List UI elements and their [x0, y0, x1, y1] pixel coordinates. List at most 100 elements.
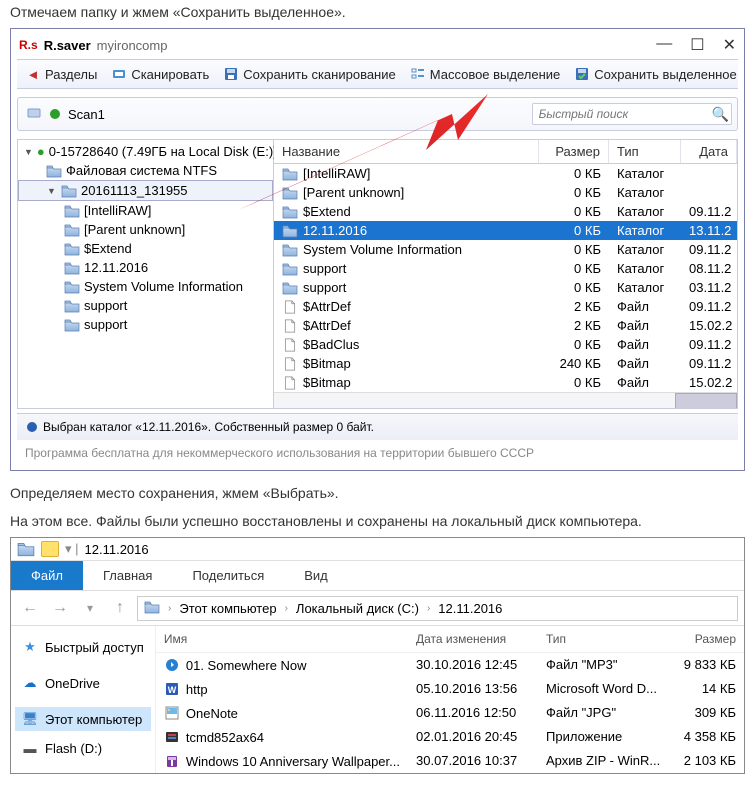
status-text: Выбран каталог «12.11.2016». Собственный…: [43, 420, 374, 434]
list-row[interactable]: support0 КБКаталог03.11.2: [274, 278, 737, 297]
list-row[interactable]: $BadClus0 КБФайл09.11.2: [274, 335, 737, 354]
file-icon: [282, 338, 298, 352]
folder-icon: [17, 541, 35, 557]
title-subtitle: myironcomp: [97, 38, 168, 53]
folder-icon: [282, 167, 298, 181]
tab-home[interactable]: Главная: [83, 561, 172, 590]
select-all-icon[interactable]: [41, 541, 59, 557]
col-name-header[interactable]: Название: [274, 140, 539, 163]
nav-history-button[interactable]: ▾: [77, 595, 103, 621]
status-bar: Выбран каталог «12.11.2016». Собственный…: [17, 413, 738, 440]
location-bar: Scan1 🔍: [17, 97, 738, 131]
file-icon: [282, 357, 298, 371]
folder-icon: [64, 299, 80, 313]
list-row[interactable]: System Volume Information0 КБКаталог09.1…: [274, 240, 737, 259]
file-row[interactable]: 01. Somewhere Now30.10.2016 12:45Файл "M…: [156, 653, 744, 677]
save-selected-button[interactable]: Сохранить выделенное: [574, 66, 736, 82]
list-header: Имя Дата изменения Тип Размер: [156, 626, 744, 653]
folder-icon: [61, 184, 77, 198]
folder-icon: [282, 224, 298, 238]
tab-share[interactable]: Поделиться: [172, 561, 284, 590]
toolbar: ◄ Разделы Сканировать Сохранить сканиров…: [17, 59, 738, 89]
nav-flash[interactable]: ▬Flash (D:): [15, 737, 151, 760]
star-icon: ★: [21, 639, 39, 655]
list-pane: Название Размер Тип Дата [IntelliRAW]0 К…: [274, 140, 737, 408]
close-button[interactable]: ✕: [723, 35, 736, 55]
nav-back-button[interactable]: ←: [17, 595, 43, 621]
tab-view[interactable]: Вид: [284, 561, 348, 590]
tree-item[interactable]: $Extend: [18, 239, 273, 258]
file-list: Имя Дата изменения Тип Размер 01. Somewh…: [156, 626, 744, 773]
folder-icon: [282, 205, 298, 219]
tree-session[interactable]: 20161113_131955: [18, 180, 273, 201]
folder-icon: [64, 261, 80, 275]
explorer-window: ▾ | 12.11.2016 Файл Главная Поделиться В…: [10, 537, 745, 774]
col-date-header[interactable]: Дата изменения: [408, 626, 538, 652]
col-size-header[interactable]: Размер: [539, 140, 609, 163]
folder-icon: [282, 262, 298, 276]
search-icon[interactable]: 🔍: [712, 106, 729, 123]
tree-item[interactable]: [Parent unknown]: [18, 220, 273, 239]
partitions-button[interactable]: ◄ Разделы: [25, 66, 97, 82]
tree-item[interactable]: support: [18, 296, 273, 315]
nav-forward-button[interactable]: →: [47, 595, 73, 621]
back-arrow-icon: ◄: [25, 66, 41, 82]
folder-icon: [64, 280, 80, 294]
maximize-button[interactable]: ☐: [690, 35, 704, 55]
nav-pane: ★Быстрый доступ ☁OneDrive 🖥Этот компьюте…: [11, 626, 156, 773]
nav-onedrive[interactable]: ☁OneDrive: [15, 671, 151, 695]
tree-pane: ● 0-15728640 (7.49ГБ на Local Disk (E:))…: [18, 140, 274, 408]
col-type-header[interactable]: Тип: [609, 140, 681, 163]
tree-item[interactable]: 12.11.2016: [18, 258, 273, 277]
folder-icon: [282, 186, 298, 200]
tree-fs[interactable]: Файловая система NTFS: [18, 161, 273, 180]
checklist-icon: [410, 66, 426, 82]
svg-text:W: W: [168, 685, 177, 695]
file-row[interactable]: Windows 10 Anniversary Wallpaper...30.07…: [156, 749, 744, 773]
pc-icon: 🖥: [21, 711, 39, 727]
list-row[interactable]: $Bitmap0 КБФайл15.02.2: [274, 373, 737, 392]
col-name-header[interactable]: Имя: [156, 626, 408, 652]
exp-titlebar: ▾ | 12.11.2016: [11, 538, 744, 561]
list-row[interactable]: [IntelliRAW]0 КБКаталог: [274, 164, 737, 183]
list-row[interactable]: [Parent unknown]0 КБКаталог: [274, 183, 737, 202]
scan-name: Scan1: [68, 107, 105, 122]
search-input[interactable]: [532, 103, 732, 125]
list-row[interactable]: $Extend0 КБКаталог09.11.2: [274, 202, 737, 221]
folder-icon: [64, 204, 80, 218]
tree-item[interactable]: [IntelliRAW]: [18, 201, 273, 220]
file-row[interactable]: tcmd852ax6402.01.2016 20:45Приложение4 3…: [156, 725, 744, 749]
nav-thispc[interactable]: 🖥Этот компьютер: [15, 707, 151, 731]
exe-icon: [164, 729, 180, 745]
mass-select-button[interactable]: Массовое выделение: [410, 66, 561, 82]
save-scan-button[interactable]: Сохранить сканирование: [223, 66, 395, 82]
title-bar: R.s R.saver myironcomp — ☐ ✕: [11, 29, 744, 59]
file-row[interactable]: Whttp05.10.2016 13:56Microsoft Word D...…: [156, 677, 744, 701]
ribbon-tabs: Файл Главная Поделиться Вид: [11, 561, 744, 591]
list-row[interactable]: $AttrDef2 КБФайл15.02.2: [274, 316, 737, 335]
exp-content: ★Быстрый доступ ☁OneDrive 🖥Этот компьюте…: [11, 626, 744, 773]
list-row[interactable]: $AttrDef2 КБФайл09.11.2: [274, 297, 737, 316]
h-scrollbar[interactable]: [274, 392, 737, 408]
tree-item[interactable]: support: [18, 315, 273, 334]
col-type-header[interactable]: Тип: [538, 626, 664, 652]
file-icon: [282, 300, 298, 314]
nav-quickaccess[interactable]: ★Быстрый доступ: [15, 635, 151, 659]
tree-root[interactable]: ● 0-15728640 (7.49ГБ на Local Disk (E:)): [18, 142, 273, 161]
col-date-header[interactable]: Дата: [681, 140, 737, 163]
file-row[interactable]: OneNote06.11.2016 12:50Файл "JPG"309 КБ: [156, 701, 744, 725]
minimize-button[interactable]: —: [656, 35, 672, 55]
address-bar: ← → ▾ ↑ › Этот компьютер› Локальный диск…: [11, 591, 744, 626]
window-title: 12.11.2016: [85, 542, 149, 557]
window-controls: — ☐ ✕: [656, 35, 736, 55]
breadcrumb[interactable]: › Этот компьютер› Локальный диск (C:)› 1…: [137, 596, 738, 621]
list-row[interactable]: support0 КБКаталог08.11.2: [274, 259, 737, 278]
nav-up-button[interactable]: ↑: [107, 595, 133, 621]
list-row[interactable]: 12.11.20160 КБКаталог13.11.2: [274, 221, 737, 240]
tree-item[interactable]: System Volume Information: [18, 277, 273, 296]
col-size-header[interactable]: Размер: [664, 626, 744, 652]
scan-button[interactable]: Сканировать: [111, 66, 209, 82]
tab-file[interactable]: Файл: [11, 561, 83, 590]
list-header: Название Размер Тип Дата: [274, 140, 737, 164]
list-row[interactable]: $Bitmap240 КБФайл09.11.2: [274, 354, 737, 373]
